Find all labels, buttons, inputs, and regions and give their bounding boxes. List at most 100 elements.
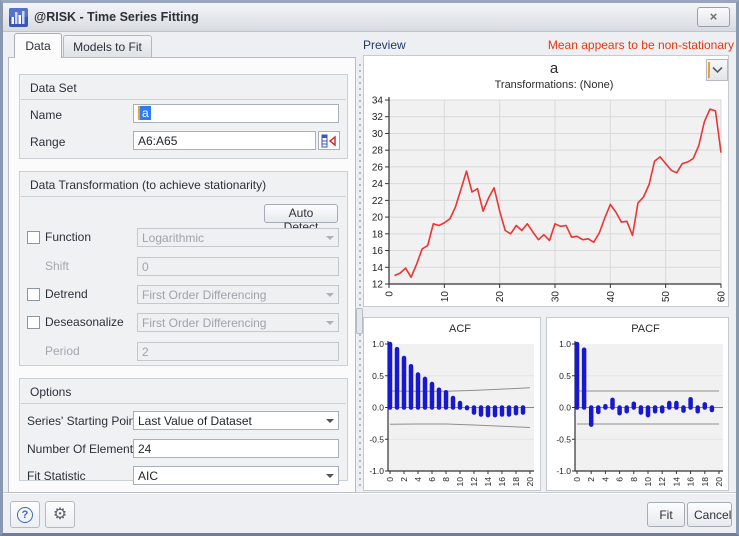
title-bar[interactable]: @RISK - Time Series Fitting × [3,3,736,32]
pacf-chart-panel: PACF 1.00.50.0-0.5-1.002468101214161820 [546,317,729,491]
chevron-down-icon [326,293,334,301]
fit-statistic-label: Fit Statistic [27,469,86,483]
tab-models-to-fit[interactable]: Models to Fit [63,35,152,58]
svg-text:24: 24 [372,179,384,190]
pacf-plot: 1.00.50.0-0.5-1.002468101214161820 [547,318,730,497]
period-input [137,342,339,361]
starting-point-label: Series' Starting Point [27,414,139,428]
svg-text:10: 10 [440,291,451,303]
divider [21,196,346,197]
svg-text:28: 28 [372,146,384,157]
svg-text:8: 8 [441,477,451,482]
panel-splitter[interactable] [357,60,362,490]
svg-text:0.5: 0.5 [559,371,571,381]
data-transformation-group: Data Transformation (to achieve stationa… [19,171,348,366]
close-button[interactable]: × [697,7,730,27]
svg-text:8: 8 [629,477,639,482]
range-picker-button[interactable] [318,131,340,150]
svg-text:6: 6 [427,477,437,482]
starting-point-dropdown[interactable]: Last Value of Dataset [133,411,339,430]
svg-text:16: 16 [686,477,696,487]
starting-point-value: Last Value of Dataset [138,414,252,428]
divider [21,99,346,100]
svg-text:32: 32 [372,112,384,123]
svg-text:10: 10 [643,477,653,487]
cancel-button[interactable]: Cancel [687,502,732,527]
shift-input [137,257,339,276]
options-header: Options [30,385,71,399]
svg-text:22: 22 [372,196,384,207]
elements-input[interactable] [133,439,339,458]
svg-text:18: 18 [511,477,521,487]
function-checkbox[interactable] [27,231,40,244]
svg-text:-1.0: -1.0 [369,466,384,476]
shift-label: Shift [45,259,69,273]
data-set-header: Data Set [30,81,77,95]
gear-icon: ⚙ [53,507,67,523]
deseasonalize-value: First Order Differencing [142,316,266,330]
data-tab-page: Data Set Name a Range D [8,57,356,493]
splitter-grip[interactable] [356,308,363,334]
svg-text:1.0: 1.0 [372,339,384,349]
tab-data[interactable]: Data [14,33,62,58]
svg-text:0.5: 0.5 [372,371,384,381]
svg-text:0: 0 [385,477,395,482]
chevron-down-icon [326,236,334,244]
svg-text:0.0: 0.0 [559,403,571,413]
name-label: Name [30,108,62,122]
svg-text:12: 12 [372,280,384,291]
svg-text:2: 2 [586,477,596,482]
fit-statistic-dropdown[interactable]: AIC [133,466,339,485]
svg-text:12: 12 [469,477,479,487]
svg-text:34: 34 [372,96,384,107]
preview-label: Preview [363,38,406,52]
svg-text:14: 14 [671,477,681,487]
svg-text:60: 60 [717,291,728,303]
svg-text:14: 14 [483,477,493,487]
fit-button[interactable]: Fit [647,502,685,527]
acf-chart-panel: ACF 1.00.50.0-0.5-1.002468101214161820 [363,317,541,491]
range-picker-icon [321,134,337,148]
svg-text:-0.5: -0.5 [556,434,571,444]
range-label: Range [30,135,65,149]
svg-text:30: 30 [372,129,384,140]
chevron-down-icon [326,474,334,482]
preview-chart-panel: a Transformations: (None) 12141618202224… [363,55,729,307]
fit-statistic-value: AIC [138,469,158,483]
detrend-label: Detrend [45,287,88,301]
svg-text:30: 30 [551,291,562,303]
deseasonalize-checkbox[interactable] [27,316,40,329]
svg-text:-1.0: -1.0 [556,466,571,476]
svg-text:6: 6 [615,477,625,482]
help-button[interactable]: ? [10,501,40,528]
chevron-down-icon [326,419,334,427]
auto-detect-button[interactable]: Auto Detect [264,204,338,223]
time-series-plot: 1214161820222426283032340102030405060 [364,56,730,313]
chart-options-dropdown-button[interactable] [706,59,728,81]
svg-text:0: 0 [572,477,582,482]
data-set-group: Data Set Name a Range [19,74,348,159]
range-input[interactable] [133,131,316,150]
svg-text:18: 18 [700,477,710,487]
function-dropdown: Logarithmic [137,228,339,247]
risk-app-icon [9,8,28,27]
settings-button[interactable]: ⚙ [45,501,75,528]
function-value: Logarithmic [142,231,204,245]
svg-text:10: 10 [455,477,465,487]
name-input[interactable]: a [133,104,339,123]
period-label: Period [45,344,80,358]
svg-text:26: 26 [372,162,384,173]
detrend-checkbox[interactable] [27,288,40,301]
detrend-dropdown: First Order Differencing [137,285,339,304]
svg-text:12: 12 [657,477,667,487]
help-icon: ? [17,507,33,523]
stationarity-warning: Mean appears to be non-stationary [548,38,734,52]
deseasonalize-label: Deseasonalize [45,315,124,329]
svg-text:14: 14 [372,263,384,274]
svg-text:20: 20 [495,291,506,303]
chevron-down-icon [712,66,723,74]
name-value-selected: a [138,106,151,120]
svg-text:4: 4 [413,477,423,482]
svg-text:16: 16 [372,246,384,257]
function-label: Function [45,230,91,244]
